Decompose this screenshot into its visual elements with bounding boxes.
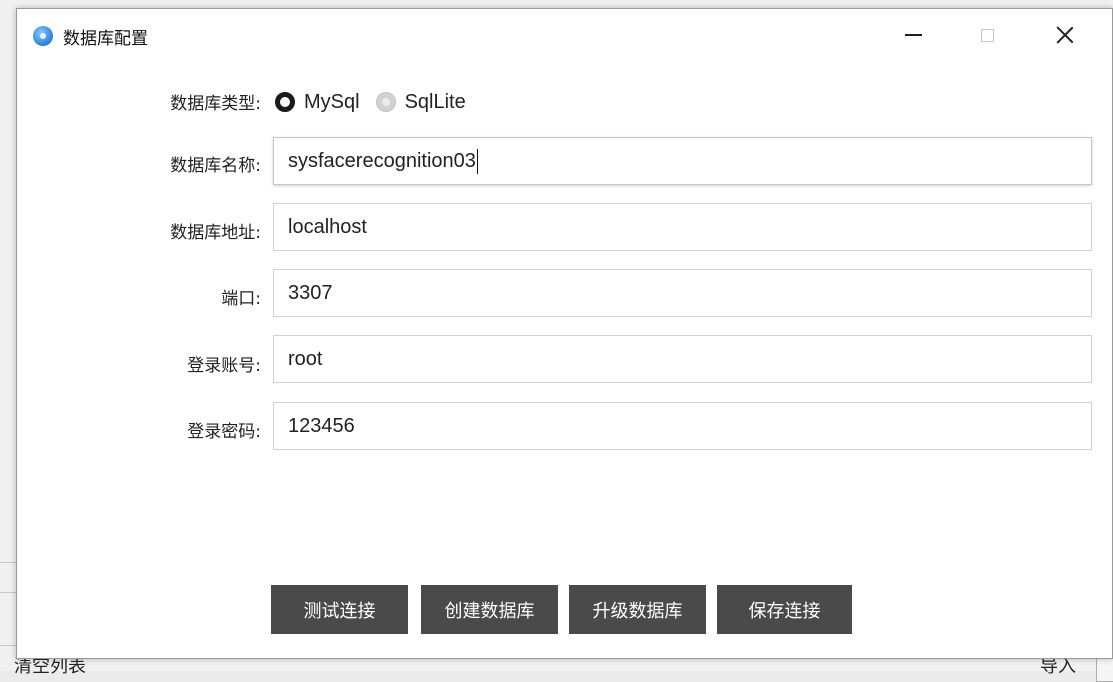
db-name-label: 数据库名称:	[170, 156, 261, 176]
create-database-button[interactable]: 创建数据库	[421, 585, 558, 634]
window-title: 数据库配置	[63, 29, 148, 49]
mysql-radio[interactable]	[275, 92, 295, 112]
minimize-icon	[904, 34, 922, 36]
db-name-value: sysfacerecognition03	[288, 149, 476, 172]
password-input[interactable]: 123456	[273, 402, 1092, 450]
db-address-input[interactable]: localhost	[273, 203, 1092, 251]
username-input[interactable]: root	[273, 335, 1092, 383]
sqlite-radio-label[interactable]: SqlLite	[405, 91, 466, 114]
db-address-value: localhost	[288, 215, 367, 238]
db-name-input[interactable]: sysfacerecognition03	[273, 137, 1092, 185]
password-label: 登录密码:	[187, 422, 261, 442]
db-type-radio-group: MySql SqlLite	[275, 87, 482, 117]
database-config-dialog: 数据库配置 数据库类型: MySql SqlLite 数据库名称: sysfac…	[16, 8, 1113, 659]
username-value: root	[288, 347, 323, 370]
close-icon	[1056, 26, 1074, 44]
test-connection-button[interactable]: 测试连接	[271, 585, 408, 634]
password-value: 123456	[288, 414, 355, 437]
maximize-icon	[980, 28, 994, 42]
app-globe-icon	[33, 26, 53, 46]
sqlite-radio[interactable]	[375, 92, 396, 112]
title-bar[interactable]: 数据库配置	[17, 9, 1112, 61]
minimize-button[interactable]	[883, 9, 943, 61]
port-label: 端口:	[221, 289, 261, 309]
save-connection-button[interactable]: 保存连接	[717, 585, 852, 634]
db-type-label: 数据库类型:	[170, 94, 261, 114]
mysql-radio-label[interactable]: MySql	[304, 91, 360, 114]
text-caret	[476, 148, 479, 174]
close-button[interactable]	[1035, 9, 1095, 61]
maximize-button[interactable]	[957, 9, 1017, 61]
upgrade-database-button[interactable]: 升级数据库	[569, 585, 706, 634]
db-address-label: 数据库地址:	[170, 223, 261, 243]
username-label: 登录账号:	[187, 356, 261, 376]
port-input[interactable]: 3307	[273, 269, 1092, 317]
port-value: 3307	[288, 281, 333, 304]
